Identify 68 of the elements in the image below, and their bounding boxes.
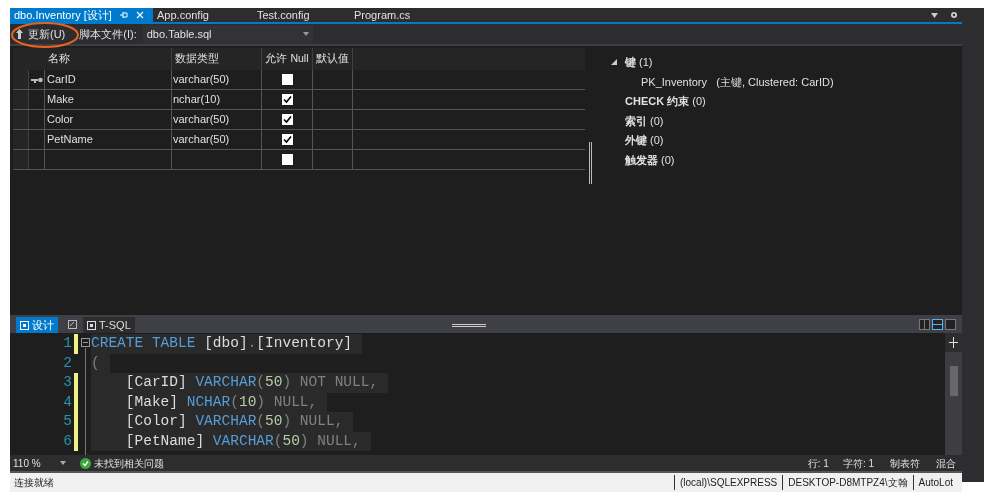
line-indicator: 行: 1	[807, 456, 829, 471]
checkbox[interactable]	[281, 114, 293, 125]
tree-item[interactable]: 外键 (0)	[625, 132, 664, 149]
tree-item[interactable]: 触发器 (0)	[625, 151, 675, 168]
document-tab[interactable]: Test.config	[253, 8, 350, 22]
server-name: (local)\SQLEXPRESS	[673, 475, 783, 490]
line-endings-indicator[interactable]: 混合	[936, 455, 956, 471]
checkbox[interactable]	[281, 154, 293, 165]
dropdown-icon[interactable]	[931, 13, 938, 18]
tab-icon	[20, 320, 29, 330]
table-cell[interactable]: CarID	[45, 70, 172, 89]
vertical-split-icon[interactable]	[919, 319, 930, 330]
script-file-dropdown[interactable]: dbo.Table.sql	[142, 25, 313, 43]
line-number: 3	[63, 373, 72, 392]
script-file-label: 脚本文件(I):	[79, 26, 137, 42]
checkbox[interactable]	[281, 74, 293, 85]
table-cell[interactable]: nchar(10)	[172, 90, 262, 109]
table-cell[interactable]: Color	[45, 110, 172, 129]
column-header[interactable]: 名称	[45, 48, 172, 70]
line-number: 1	[63, 334, 72, 353]
database-name: AutoLot	[912, 475, 958, 490]
checkbox[interactable]	[281, 94, 293, 105]
splitter-handle[interactable]	[588, 142, 592, 184]
table-cell[interactable]: varchar(50)	[172, 130, 262, 149]
document-tab[interactable]: Program.cs	[350, 8, 447, 22]
split-editor-icon[interactable]	[949, 337, 958, 348]
pin-icon[interactable]	[119, 11, 128, 19]
expand-icon[interactable]	[611, 59, 617, 66]
line-number: 5	[63, 412, 72, 431]
line-number: 6	[63, 431, 72, 451]
status-message: 连接就绪	[14, 476, 54, 490]
splitter-grip[interactable]	[451, 324, 486, 327]
check-circle-icon	[80, 457, 91, 469]
scrollbar-thumb[interactable]	[950, 366, 958, 396]
upload-icon	[16, 29, 23, 39]
tree-item[interactable]: 索引 (0)	[625, 112, 664, 129]
horizontal-split-icon[interactable]	[932, 319, 943, 330]
tree-item[interactable]: CHECK 约束 (0)	[625, 93, 706, 110]
view-tab[interactable]: T-SQL	[83, 317, 135, 333]
tab-icon	[87, 320, 96, 330]
column-header[interactable]: 默认值	[313, 48, 353, 70]
collapse-pane-icon[interactable]	[945, 319, 956, 330]
checkbox[interactable]	[281, 134, 293, 145]
line-number: 2	[63, 353, 72, 373]
caret-icon[interactable]	[60, 461, 66, 465]
annotation-drawing	[10, 20, 80, 50]
settings-icon[interactable]	[950, 11, 958, 19]
collapse-icon[interactable]	[81, 338, 90, 347]
tree-item[interactable]: 键 (1)	[625, 54, 653, 71]
zoom-level[interactable]: 110 %	[10, 455, 60, 471]
caret-icon	[302, 32, 309, 36]
close-icon[interactable]	[135, 11, 144, 19]
swap-panes-icon[interactable]	[68, 320, 77, 329]
tabs-indicator[interactable]: 制表符	[890, 455, 920, 471]
column-header[interactable]: 数据类型	[172, 48, 262, 70]
view-tab[interactable]: 设计	[16, 317, 58, 333]
char-indicator: 字符: 1	[842, 456, 874, 471]
line-number: 4	[63, 392, 72, 412]
tree-item[interactable]: PK_Inventory (主键, Clustered: CarID)	[611, 73, 962, 90]
table-cell[interactable]: Make	[45, 90, 172, 109]
document-tab[interactable]: dbo.Inventory [设计]	[10, 8, 153, 22]
document-tab[interactable]: App.config	[153, 8, 253, 22]
column-header[interactable]: 允许 Null	[262, 48, 313, 70]
user-name: DESKTOP-D8MTPZ4\文翰	[782, 475, 913, 490]
table-cell[interactable]: PetName	[45, 130, 172, 149]
table-cell[interactable]: varchar(50)	[172, 70, 262, 89]
table-cell[interactable]: varchar(50)	[172, 110, 262, 129]
issues-status[interactable]: 未找到相关问题	[94, 455, 164, 471]
